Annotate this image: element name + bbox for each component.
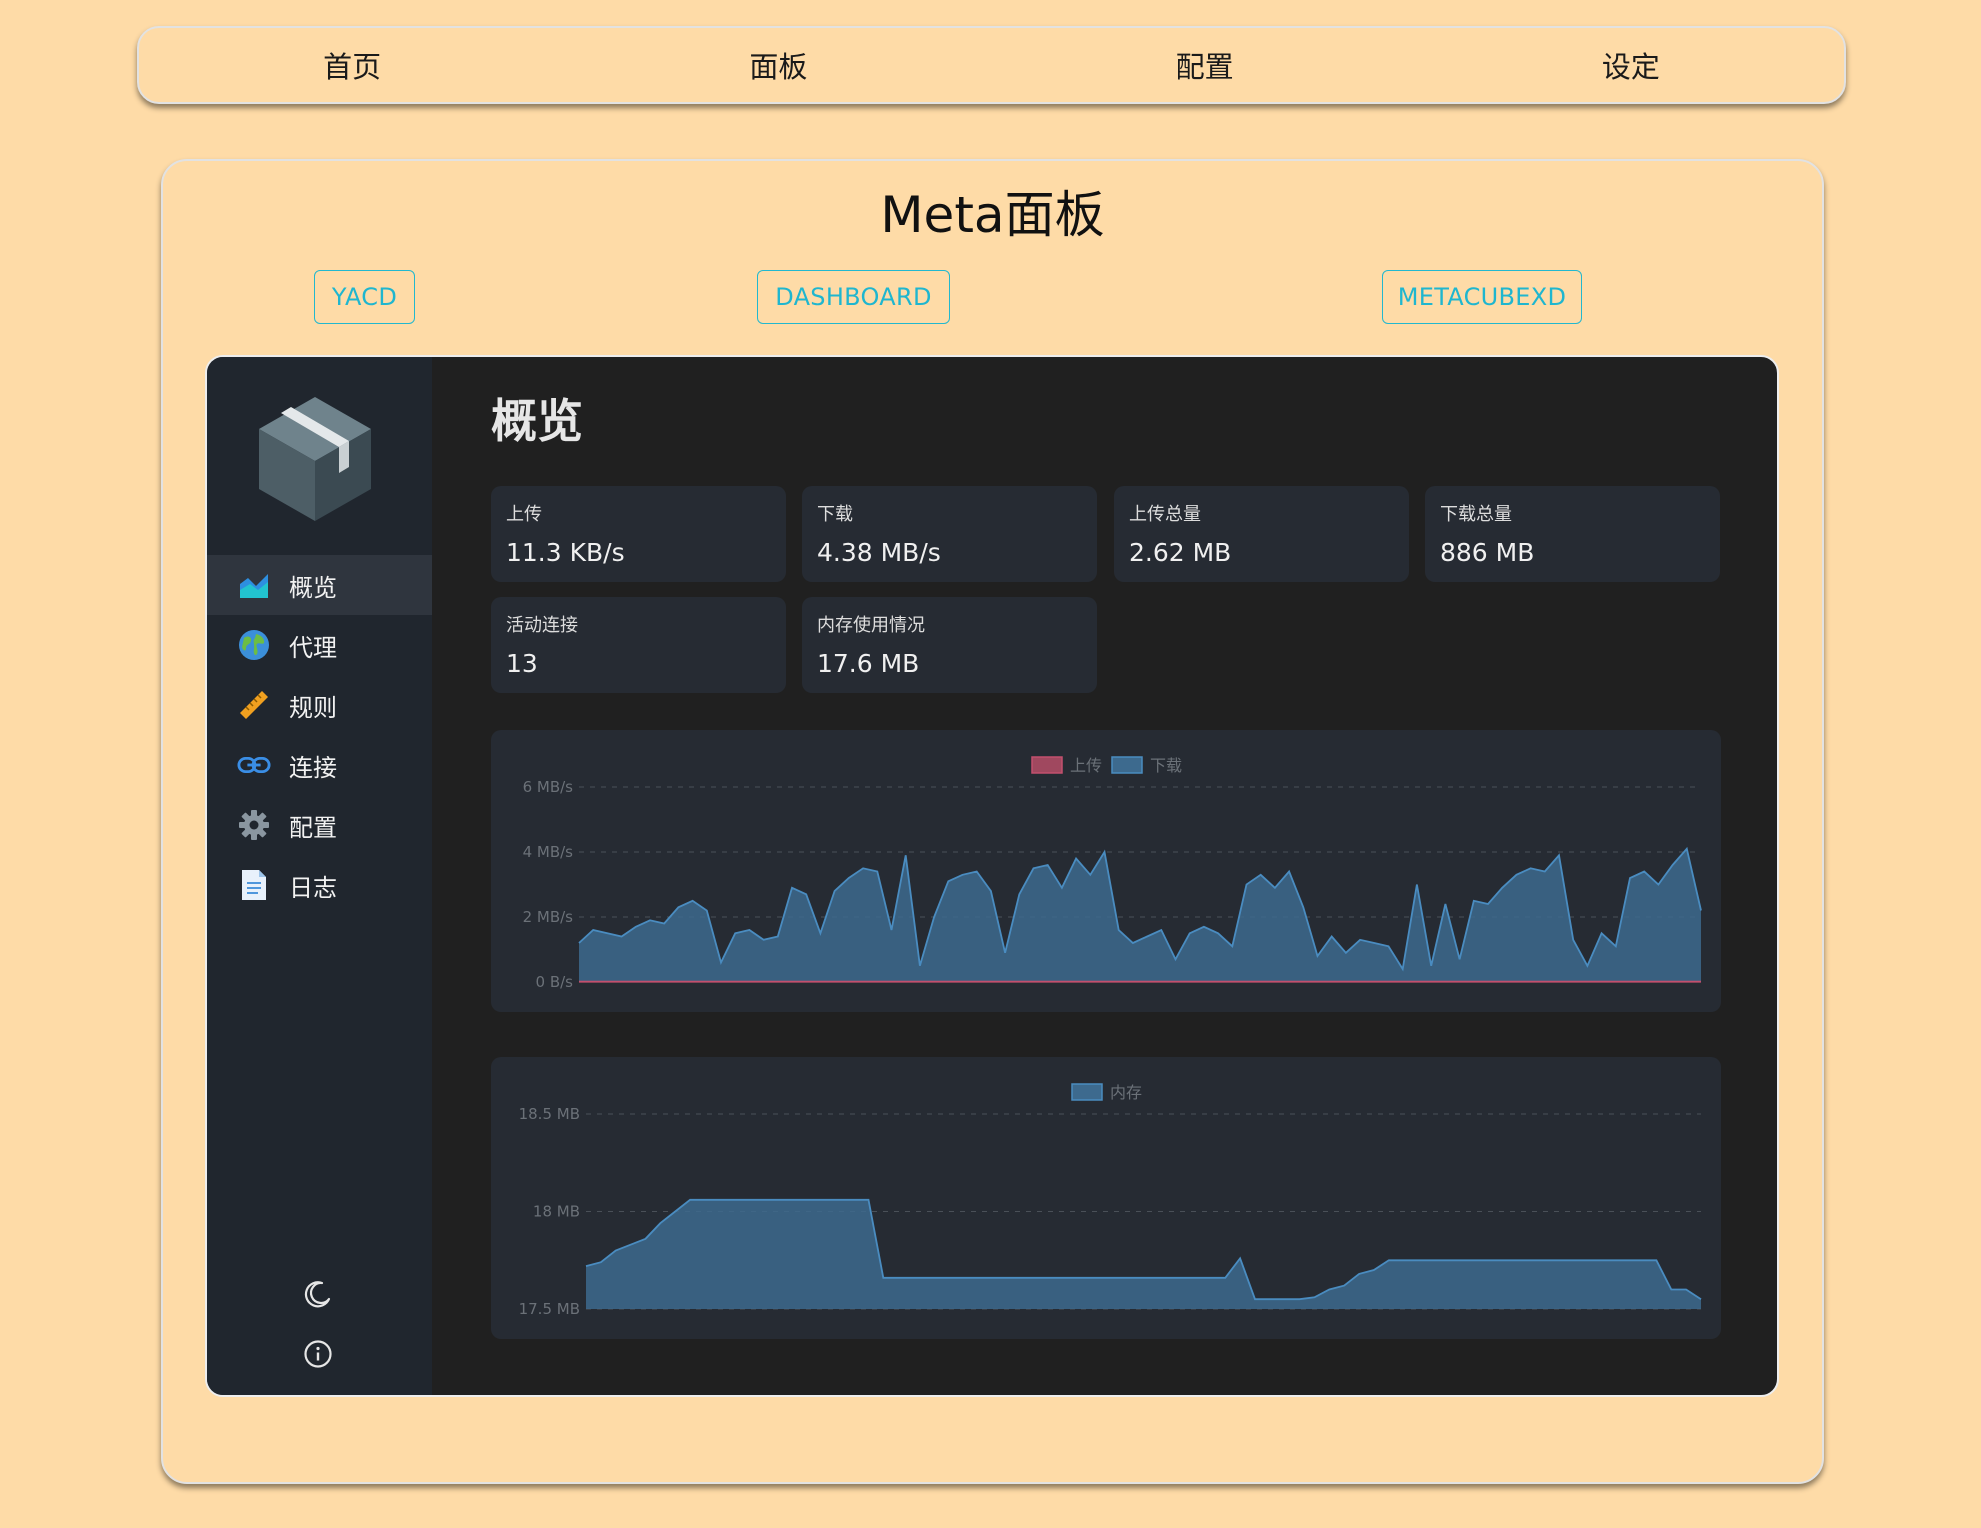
- nav-panel[interactable]: 面板: [565, 44, 991, 86]
- sidebar-item-rules[interactable]: 规则: [207, 675, 432, 735]
- sidebar-item-label: 概览: [289, 573, 337, 602]
- area-chart-icon: [237, 568, 271, 602]
- sidebar-item-label: 连接: [289, 753, 337, 782]
- ruler-icon: [237, 688, 271, 722]
- y-tick-label: 4 MB/s: [523, 843, 574, 861]
- legend-swatch: [1031, 756, 1063, 774]
- sidebar-item-label: 规则: [289, 693, 337, 722]
- stat-card-memory: 内存使用情况 17.6 MB: [802, 597, 1097, 693]
- sidebar-item-label: 配置: [289, 813, 337, 842]
- stat-label: 上传总量: [1129, 504, 1201, 525]
- embedded-dashboard: 概览 代理 规则 连接 配置 日志 概览 上传 11.3 KB/s 下载 4.3…: [205, 355, 1779, 1397]
- memory-chart: 内存 18.5 MB 18 MB 17.5 MB: [519, 1083, 1702, 1318]
- legend-label: 内存: [1110, 1083, 1142, 1102]
- y-tick-label: 17.5 MB: [519, 1300, 580, 1318]
- stat-card-active-connections: 活动连接 13: [491, 597, 786, 693]
- traffic-chart: 上传 下载 6 MB/s 4 MB/s 2 MB/s 0 B/s: [523, 756, 1702, 991]
- tab-yacd[interactable]: YACD: [314, 270, 415, 324]
- memory-chart-card: 内存 18.5 MB 18 MB 17.5 MB: [491, 1057, 1721, 1339]
- gear-icon: [237, 808, 271, 842]
- document-icon: [237, 868, 271, 902]
- sidebar-item-label: 日志: [289, 873, 337, 902]
- stat-label: 活动连接: [506, 615, 578, 636]
- stat-value: 13: [506, 649, 538, 678]
- sidebar-item-logs[interactable]: 日志: [207, 855, 432, 915]
- moon-icon[interactable]: [301, 1277, 335, 1311]
- traffic-chart-card: 上传 下载 6 MB/s 4 MB/s 2 MB/s 0 B/s: [491, 730, 1721, 1012]
- dashboard-sidebar: 概览 代理 规则 连接 配置 日志: [207, 357, 432, 1395]
- info-icon[interactable]: [301, 1337, 335, 1371]
- sidebar-item-connections[interactable]: 连接: [207, 735, 432, 795]
- dashboard-main: 概览 上传 11.3 KB/s 下载 4.38 MB/s 上传总量 2.62 M…: [432, 357, 1777, 1395]
- stat-value: 2.62 MB: [1129, 538, 1232, 567]
- sidebar-item-proxy[interactable]: 代理: [207, 615, 432, 675]
- legend-label: 下载: [1150, 756, 1182, 775]
- y-tick-label: 0 B/s: [536, 973, 574, 991]
- nav-settings[interactable]: 设定: [1418, 44, 1844, 86]
- y-tick-label: 2 MB/s: [523, 908, 574, 926]
- y-tick-label: 6 MB/s: [523, 778, 574, 796]
- box-logo-icon: [259, 397, 371, 521]
- stat-card-upload-total: 上传总量 2.62 MB: [1114, 486, 1409, 582]
- sidebar-item-label: 代理: [289, 633, 337, 662]
- stat-label: 内存使用情况: [817, 615, 925, 636]
- stat-value: 4.38 MB/s: [817, 538, 941, 567]
- legend-swatch: [1071, 1083, 1103, 1101]
- stat-label: 下载总量: [1440, 504, 1512, 525]
- tab-dashboard[interactable]: DASHBOARD: [757, 270, 950, 324]
- stat-card-upload: 上传 11.3 KB/s: [491, 486, 786, 582]
- stat-value: 886 MB: [1440, 538, 1535, 567]
- globe-icon: [237, 628, 271, 662]
- stat-value: 11.3 KB/s: [506, 538, 625, 567]
- link-icon: [237, 748, 271, 782]
- stat-card-download-total: 下载总量 886 MB: [1425, 486, 1720, 582]
- y-tick-label: 18.5 MB: [519, 1105, 580, 1123]
- series-area: [586, 1199, 1701, 1309]
- stat-label: 上传: [506, 504, 542, 525]
- nav-home[interactable]: 首页: [139, 44, 565, 86]
- panel-title: Meta面板: [880, 186, 1105, 244]
- tab-metacubexd[interactable]: METACUBEXD: [1382, 270, 1582, 324]
- stat-label: 下载: [817, 504, 853, 525]
- nav-config[interactable]: 配置: [992, 44, 1418, 86]
- legend-swatch: [1111, 756, 1143, 774]
- page-title: 概览: [491, 394, 583, 448]
- sidebar-item-overview[interactable]: 概览: [207, 555, 432, 615]
- y-tick-label: 18 MB: [533, 1203, 580, 1221]
- panel-card: Meta面板 YACD DASHBOARD METACUBEXD 概览 代理 规…: [161, 159, 1824, 1484]
- stat-card-download: 下载 4.38 MB/s: [802, 486, 1097, 582]
- sidebar-item-config[interactable]: 配置: [207, 795, 432, 855]
- top-navigation: 首页 面板 配置 设定: [137, 26, 1846, 104]
- stat-value: 17.6 MB: [817, 649, 920, 678]
- legend-label: 上传: [1070, 756, 1102, 775]
